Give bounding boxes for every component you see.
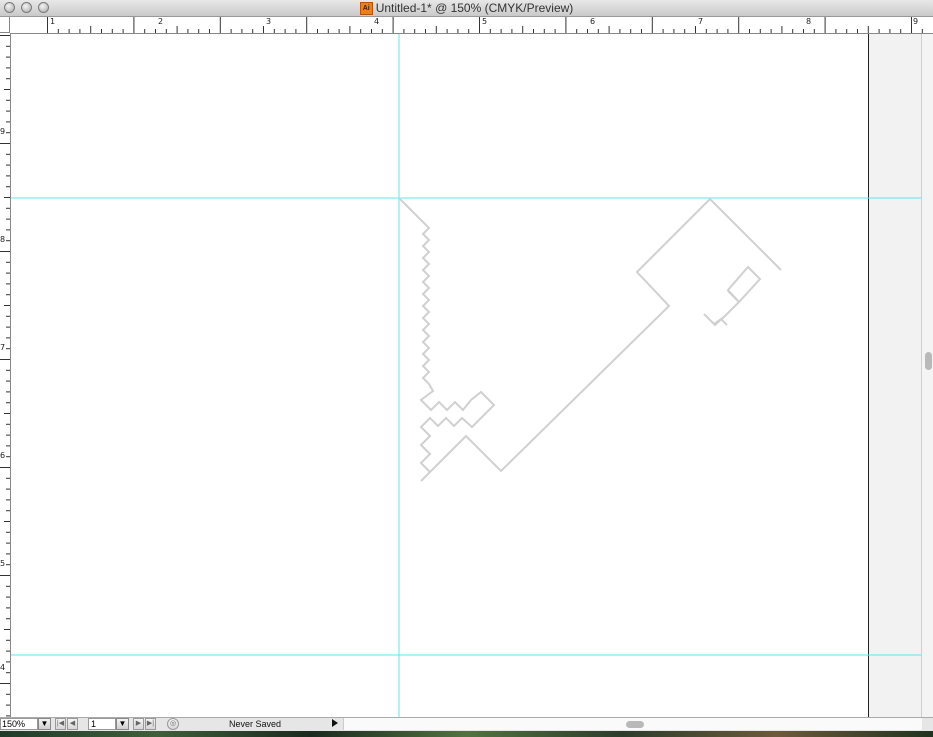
title-bar[interactable]: Ai Untitled-1* @ 150% (CMYK/Preview) — [0, 0, 933, 17]
illustrator-document-icon: Ai — [359, 2, 373, 16]
ruler-label: 9 — [913, 17, 919, 26]
ruler-label: 8 — [0, 235, 6, 244]
ruler-label: 7 — [0, 343, 6, 352]
save-status-text: Never Saved — [229, 719, 282, 729]
key-outline-artwork[interactable] — [398, 197, 782, 482]
artboard-canvas[interactable] — [11, 34, 921, 717]
window-title: Ai Untitled-1* @ 150% (CMYK/Preview) — [0, 0, 933, 16]
first-artboard-button[interactable]: |◀ — [55, 718, 66, 730]
status-bar: 150% ▼ |◀ ◀ 1 ▼ ▶ ▶| ◎ Never Saved — [0, 717, 933, 731]
key-head-notch[interactable] — [703, 265, 762, 327]
ruler-label: 5 — [0, 559, 6, 568]
window-title-text: Untitled-1* @ 150% (CMYK/Preview) — [375, 1, 574, 15]
ruler-origin[interactable] — [0, 17, 10, 33]
horizontal-scrollbar[interactable] — [343, 718, 922, 730]
horizontal-ruler[interactable]: 1 2 3 4 5 6 7 8 9 — [10, 17, 933, 34]
artwork-layer[interactable] — [11, 34, 921, 717]
horizontal-scroll-thumb[interactable] — [626, 721, 644, 728]
artboard-number-field[interactable]: 1 — [88, 718, 116, 730]
zoom-field[interactable]: 150% — [0, 718, 38, 730]
document-window: Ai Untitled-1* @ 150% (CMYK/Preview) 1 2 … — [0, 0, 933, 737]
vertical-scroll-thumb[interactable] — [925, 352, 932, 370]
ruler-label: 5 — [482, 17, 488, 26]
vertical-ruler[interactable]: 9 8 7 6 5 4 — [0, 33, 11, 717]
ruler-label: 3 — [266, 17, 272, 26]
ruler-label: 8 — [806, 17, 812, 26]
ruler-label: 7 — [698, 17, 704, 26]
ruler-label: 6 — [0, 451, 6, 460]
ruler-label: 2 — [158, 17, 164, 26]
ruler-label: 4 — [0, 663, 6, 672]
ruler-label: 1 — [50, 17, 56, 26]
last-artboard-button[interactable]: ▶| — [145, 718, 156, 730]
status-menu-icon[interactable]: ◎ — [167, 718, 179, 730]
zoom-dropdown-arrow[interactable]: ▼ — [38, 718, 51, 730]
artboard-dropdown-arrow[interactable]: ▼ — [116, 718, 129, 730]
ruler-label: 9 — [0, 127, 6, 136]
ruler-label: 4 — [374, 17, 380, 26]
vertical-scrollbar[interactable] — [921, 34, 933, 717]
key-teeth-path[interactable] — [398, 197, 782, 482]
status-menu-arrow-icon[interactable] — [332, 719, 338, 727]
ruler-label: 6 — [590, 17, 596, 26]
horizontal-ruler-ticks — [47, 17, 923, 33]
previous-artboard-button[interactable]: ◀ — [67, 718, 78, 730]
desktop-background — [0, 731, 933, 737]
next-artboard-button[interactable]: ▶ — [133, 718, 144, 730]
